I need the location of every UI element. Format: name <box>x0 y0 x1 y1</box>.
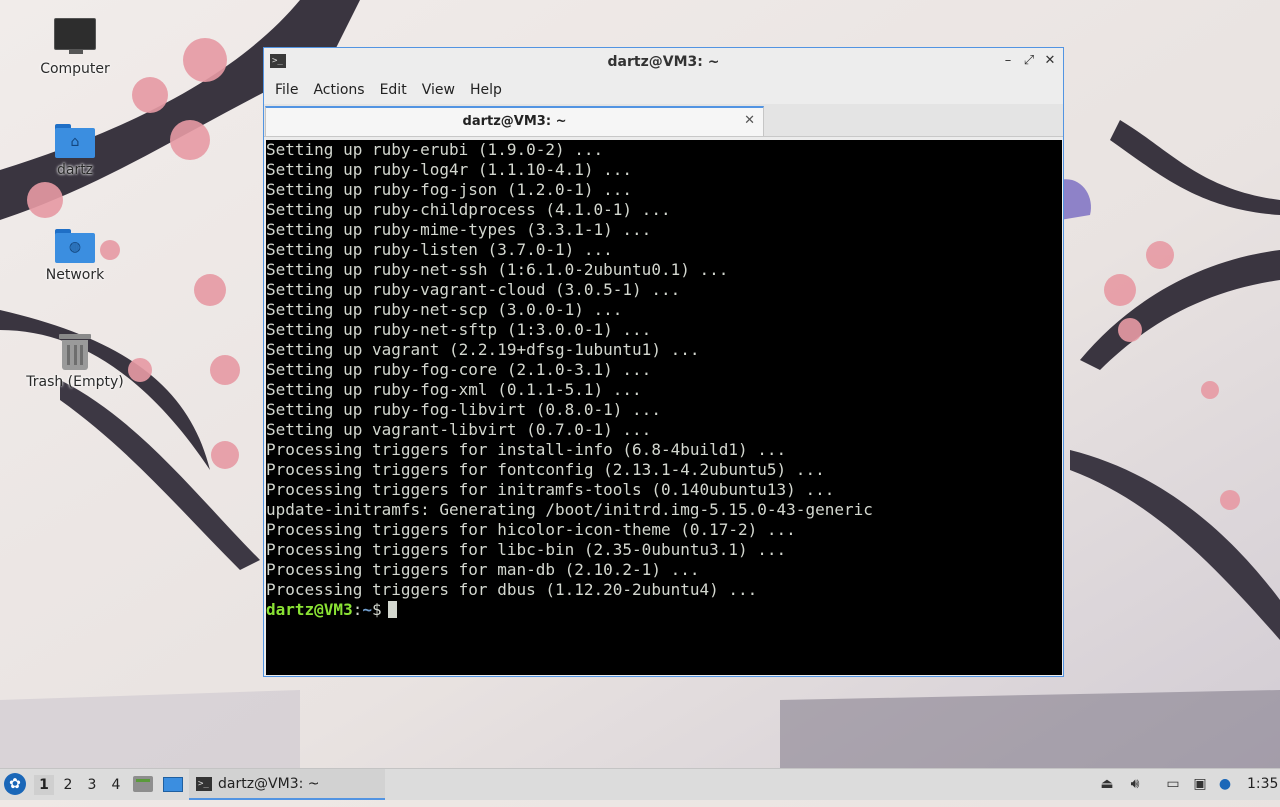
terminal-line: Setting up ruby-mime-types (3.3.1-1) ... <box>266 220 652 239</box>
terminal-line: Setting up ruby-net-sftp (1:3.0.0-1) ... <box>266 320 652 339</box>
terminal-line: Setting up ruby-listen (3.7.0-1) ... <box>266 240 613 259</box>
taskbar-task-terminal[interactable]: >_ dartz@VM3: ~ <box>189 769 385 800</box>
workspace-2[interactable]: 2 <box>58 775 78 795</box>
clock[interactable]: 1:35 <box>1247 776 1278 807</box>
desktop-icon-trash[interactable]: Trash (Empty) <box>25 334 125 390</box>
workspace-4[interactable]: 4 <box>106 775 126 795</box>
terminal-line: Setting up ruby-fog-libvirt (0.8.0-1) ..… <box>266 400 661 419</box>
desktop-icon-computer[interactable]: Computer <box>25 18 125 77</box>
tab-bar: dartz@VM3: ~ ✕ <box>264 104 1063 137</box>
terminal-line: Setting up vagrant-libvirt (0.7.0-1) ... <box>266 420 652 439</box>
prompt-user-host: dartz@VM3 <box>266 600 353 619</box>
desktop-icon-home[interactable]: ⌂ dartz <box>25 124 125 178</box>
text-cursor <box>387 601 397 618</box>
clipboard-icon[interactable]: ▭ <box>1164 775 1182 793</box>
menu-view[interactable]: View <box>415 78 463 102</box>
menu-file[interactable]: File <box>268 78 306 102</box>
terminal-line: Setting up ruby-erubi (1.9.0-2) ... <box>266 140 604 159</box>
terminal-line: Processing triggers for man-db (2.10.2-1… <box>266 560 700 579</box>
computer-icon <box>54 18 96 54</box>
terminal-lines: Setting up ruby-erubi (1.9.0-2) ... Setti… <box>266 140 1062 600</box>
prompt-path: ~ <box>362 600 372 619</box>
terminal-line: Processing triggers for install-info (6.… <box>266 440 787 459</box>
terminal-window[interactable]: >_ dartz@VM3: ~ – ⤢ ✕ File Actions Edit … <box>263 47 1064 677</box>
terminal-line: Setting up ruby-fog-xml (0.1.1-5.1) ... <box>266 380 642 399</box>
tab-close-icon[interactable]: ✕ <box>744 113 755 128</box>
terminal-line: Processing triggers for dbus (1.12.20-2u… <box>266 580 758 599</box>
task-label: dartz@VM3: ~ <box>218 776 320 792</box>
desktop-icon-label: Trash (Empty) <box>26 374 124 390</box>
window-titlebar[interactable]: >_ dartz@VM3: ~ – ⤢ ✕ <box>264 48 1063 76</box>
eject-icon[interactable]: ⏏ <box>1098 775 1116 793</box>
menu-help[interactable]: Help <box>463 78 510 102</box>
network-folder-icon: ◍ <box>55 229 95 263</box>
terminal-line: Setting up ruby-vagrant-cloud (3.0.5-1) … <box>266 280 681 299</box>
prompt-symbol: $ <box>371 600 382 619</box>
terminal-line: Setting up ruby-fog-core (2.1.0-3.1) ... <box>266 360 652 379</box>
window-title: dartz@VM3: ~ <box>607 54 720 70</box>
desktop-icon-label: Network <box>45 267 105 283</box>
terminal-line: Processing triggers for initramfs-tools … <box>266 480 835 499</box>
tab-label: dartz@VM3: ~ <box>462 114 567 129</box>
terminal-line: Setting up ruby-fog-json (1.2.0-1) ... <box>266 180 633 199</box>
desktop-icon-network[interactable]: ◍ Network <box>25 229 125 283</box>
terminal-line: Setting up ruby-net-ssh (1:6.1.0-2ubuntu… <box>266 260 729 279</box>
update-notifier-icon[interactable]: ● <box>1216 775 1234 793</box>
terminal-line: Processing triggers for hicolor-icon-the… <box>266 520 796 539</box>
terminal-prompt[interactable]: dartz@VM3:~$ <box>266 600 1062 620</box>
network-icon[interactable]: ▣ <box>1191 775 1209 793</box>
desktop-icon-label: dartz <box>56 162 94 178</box>
terminal-icon: >_ <box>196 777 212 791</box>
terminal-line: Setting up vagrant (2.2.19+dfsg-1ubuntu1… <box>266 340 700 359</box>
terminal-line: Processing triggers for fontconfig (2.13… <box>266 460 825 479</box>
maximize-button[interactable]: ⤢ <box>1020 52 1038 70</box>
terminal-tab[interactable]: dartz@VM3: ~ ✕ <box>265 106 764 136</box>
workspace-3[interactable]: 3 <box>82 775 102 795</box>
terminal-line: Setting up ruby-log4r (1.1.10-4.1) ... <box>266 160 633 179</box>
terminal-line: Setting up ruby-net-scp (3.0.0-1) ... <box>266 300 623 319</box>
prompt-separator: : <box>352 600 363 619</box>
start-menu-icon[interactable]: ✿ <box>4 773 26 795</box>
menu-actions[interactable]: Actions <box>306 78 372 102</box>
terminal-output[interactable]: Setting up ruby-erubi (1.9.0-2) ... Setti… <box>266 140 1062 675</box>
file-manager-launcher-icon[interactable] <box>133 776 153 792</box>
terminal-line: Processing triggers for libc-bin (2.35-0… <box>266 540 787 559</box>
volume-icon[interactable]: 🔊︎ <box>1126 775 1144 793</box>
terminal-line: update-initramfs: Generating /boot/initr… <box>266 500 873 519</box>
menu-bar: File Actions Edit View Help <box>264 76 1063 104</box>
terminal-line: Setting up ruby-childprocess (4.1.0-1) .… <box>266 200 671 219</box>
close-button[interactable]: ✕ <box>1041 52 1059 70</box>
desktop-icon-label: Computer <box>40 61 110 77</box>
menu-edit[interactable]: Edit <box>373 78 415 102</box>
workspace-1[interactable]: 1 <box>34 775 54 795</box>
taskbar: ✿ 1 2 3 4 >_ dartz@VM3: ~ ⏏ 🔊︎ ▭ ▣ ● 1:3… <box>0 768 1280 800</box>
show-desktop-icon[interactable] <box>163 777 183 792</box>
home-folder-icon: ⌂ <box>55 124 95 158</box>
minimize-button[interactable]: – <box>999 52 1017 70</box>
trash-icon <box>59 334 91 370</box>
